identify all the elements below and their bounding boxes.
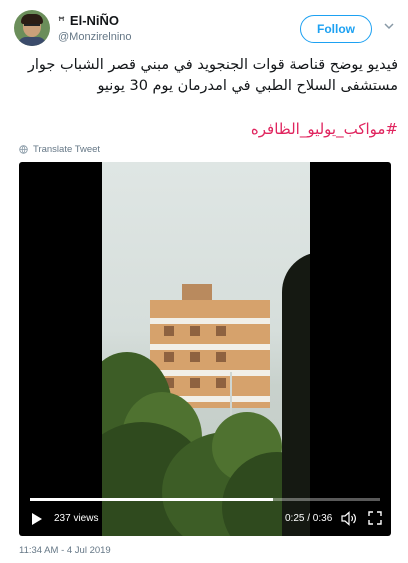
tweet-card: ꟸ El-NiÑO @Monzirelnino Follow فيديو يوض… (0, 0, 408, 563)
volume-icon[interactable] (341, 511, 358, 526)
display-name-row[interactable]: ꟸ El-NiÑO (58, 13, 132, 28)
avatar-hair (21, 14, 43, 24)
globe-icon (19, 145, 28, 154)
video-controls: 237 views 0:25 / 0:36 (19, 508, 391, 530)
display-name[interactable]: El-NiÑO (70, 13, 119, 28)
tweet-timestamp[interactable]: 11:34 AM - 4 Jul 2019 (19, 545, 111, 556)
chevron-down-icon[interactable] (384, 21, 394, 31)
avatar-shirt (18, 37, 46, 46)
name-prefix-glyph: ꟸ (58, 13, 65, 28)
video-progress-fill (30, 498, 273, 501)
follow-button[interactable]: Follow (300, 15, 372, 43)
user-handle[interactable]: @Monzirelnino (58, 31, 132, 43)
translate-label: Translate Tweet (33, 144, 101, 155)
fullscreen-icon[interactable] (368, 511, 382, 525)
tweet-text: فيديو يوضح قناصة قوات الجنجويد في مبني ق… (27, 57, 398, 94)
avatar[interactable] (14, 10, 50, 46)
foreground-silhouette (282, 252, 310, 536)
hashtag-link[interactable]: #مواكب_يوليو_الظافره (251, 120, 398, 138)
video-frame (102, 162, 310, 536)
video-time: 0:25 / 0:36 (285, 513, 333, 524)
play-icon[interactable] (31, 512, 43, 526)
avatar-glasses (24, 24, 40, 28)
translate-tweet-link[interactable]: Translate Tweet (19, 144, 100, 155)
video-player[interactable]: 237 views 0:25 / 0:36 (19, 162, 391, 536)
user-info[interactable]: ꟸ El-NiÑO @Monzirelnino (58, 13, 132, 43)
view-count: 237 views (54, 513, 99, 524)
video-progress-bar[interactable] (30, 498, 380, 501)
